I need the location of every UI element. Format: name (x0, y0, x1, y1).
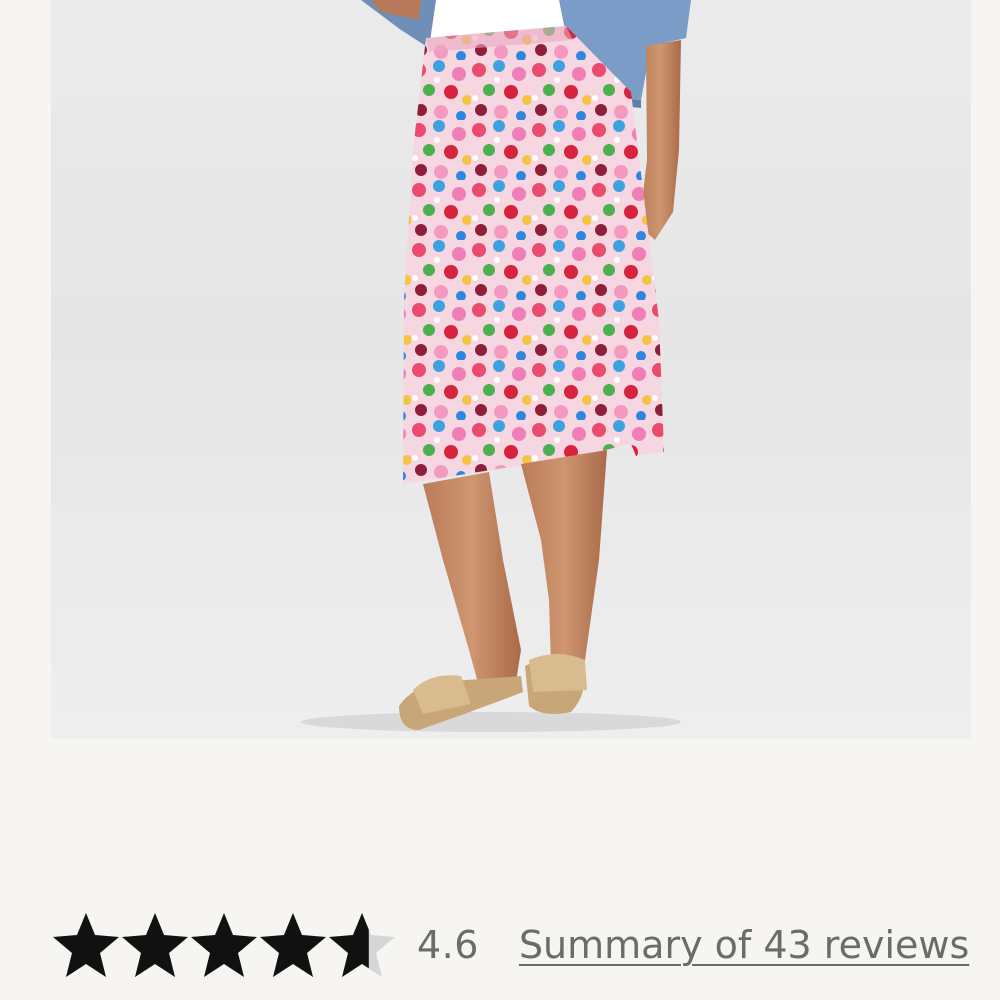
star-icon (259, 911, 327, 979)
rating-summary: 4.6 Summary of 43 reviews (52, 905, 1000, 985)
product-page: 4.6 Summary of 43 reviews (0, 0, 1000, 1000)
reviews-summary-link[interactable]: Summary of 43 reviews (519, 923, 969, 967)
rating-value: 4.6 (417, 923, 479, 967)
product-photo-illustration (301, 0, 691, 732)
star-rating[interactable] (52, 905, 397, 985)
product-photo[interactable] (51, 0, 971, 738)
star-icon (328, 911, 396, 979)
star-icon (121, 911, 189, 979)
star-icon (190, 911, 258, 979)
star-icon (52, 911, 120, 979)
